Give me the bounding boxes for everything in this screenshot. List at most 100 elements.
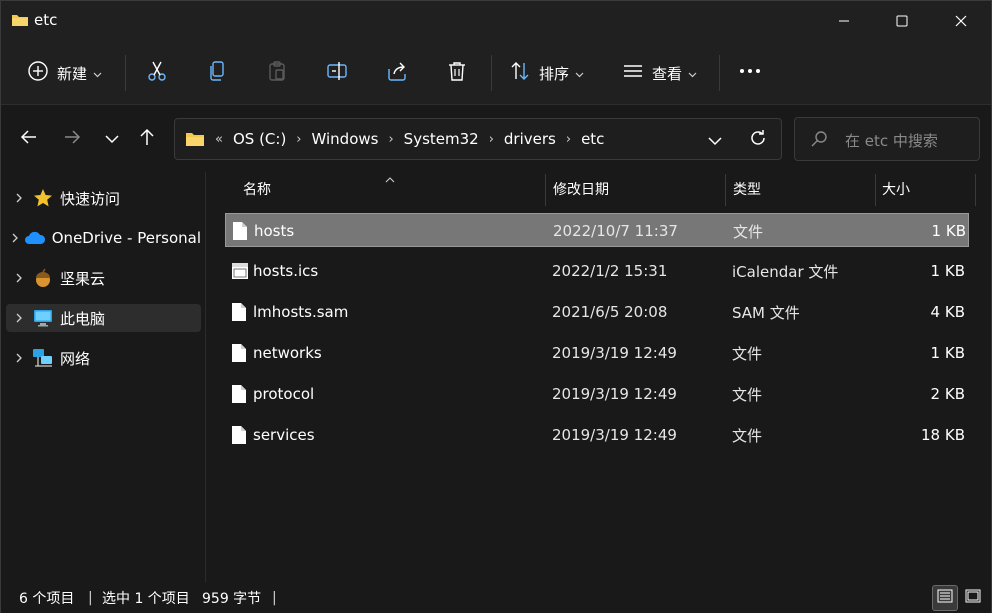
status-divider: | [272, 589, 277, 606]
sidebar-item-network[interactable]: 网络 [6, 344, 201, 372]
copy-button[interactable] [206, 55, 228, 91]
chevron-down-icon [93, 64, 102, 82]
recent-locations-button[interactable] [97, 124, 127, 154]
trash-icon [446, 60, 468, 86]
view-icon [622, 60, 644, 86]
folder-icon [11, 12, 29, 32]
chevron-right-icon[interactable] [8, 313, 30, 323]
breadcrumb-item-windows[interactable]: Windows [312, 130, 379, 148]
more-icon [739, 60, 761, 86]
column-divider[interactable] [545, 174, 546, 206]
share-icon [386, 60, 408, 86]
chevron-right-icon[interactable] [8, 353, 30, 363]
column-header-type[interactable]: 类型 [733, 172, 873, 206]
file-size: 2 KB [930, 385, 965, 403]
paste-button[interactable] [266, 55, 288, 91]
chevron-right-icon[interactable] [8, 233, 22, 243]
share-button[interactable] [386, 55, 408, 91]
file-size: 4 KB [930, 303, 965, 321]
back-button[interactable] [14, 124, 44, 154]
file-row-networks[interactable]: networks 2019/3/19 12:49 文件 1 KB [225, 336, 969, 370]
breadcrumb-item-system32[interactable]: System32 [404, 130, 479, 148]
file-icon [231, 418, 247, 452]
sort-button[interactable]: 排序 [509, 55, 584, 91]
cloud-icon [24, 230, 46, 246]
breadcrumb-item-etc[interactable]: etc [581, 130, 604, 148]
file-name: protocol [253, 385, 315, 403]
close-button[interactable] [932, 1, 990, 41]
file-type: 文件 [732, 385, 763, 404]
file-icon [232, 214, 248, 248]
file-name: networks [253, 344, 322, 362]
file-type: 文件 [732, 426, 763, 445]
chevron-down-icon [688, 64, 697, 82]
column-header-modified[interactable]: 修改日期 [553, 172, 723, 206]
address-bar[interactable]: « OS (C:) › Windows › System32 › drivers… [174, 118, 782, 160]
file-icon [231, 377, 247, 411]
search-placeholder: 在 etc 中搜索 [845, 132, 938, 150]
sort-label: 排序 [539, 64, 570, 83]
address-row: « OS (C:) › Windows › System32 › drivers… [1, 106, 991, 172]
title-bar[interactable]: etc [1, 1, 991, 41]
details-view-icon [937, 589, 953, 607]
new-button[interactable]: 新建 [27, 55, 102, 91]
details-view-button[interactable] [932, 585, 958, 611]
sidebar-item-nutstore[interactable]: 坚果云 [6, 264, 201, 292]
refresh-icon[interactable] [749, 129, 767, 151]
sidebar-item-onedrive[interactable]: OneDrive - Personal [6, 224, 201, 252]
tiles-view-button[interactable] [960, 585, 986, 611]
column-header-name[interactable]: 名称 [243, 172, 543, 206]
search-input[interactable]: 在 etc 中搜索 [794, 117, 980, 161]
rename-button[interactable] [326, 55, 348, 91]
breadcrumb-item-drivers[interactable]: drivers [504, 130, 556, 148]
breadcrumb-separator[interactable]: › [489, 132, 494, 147]
command-bar: 新建 排序 查看 [1, 41, 991, 105]
column-divider[interactable] [875, 174, 876, 206]
view-button[interactable]: 查看 [622, 55, 697, 91]
file-row-hosts[interactable]: hosts 2022/10/7 11:37 文件 1 KB [225, 213, 969, 247]
column-header-row: 名称 修改日期 类型 大小 [225, 172, 977, 206]
window-title: etc [34, 11, 58, 29]
breadcrumb-overflow[interactable]: « [215, 132, 223, 147]
chevron-right-icon[interactable] [8, 193, 30, 203]
navigation-pane: 快速访问 OneDrive - Personal 坚果云 此电脑 网络 [1, 172, 205, 582]
file-name: services [253, 426, 315, 444]
pane-splitter[interactable] [205, 172, 206, 582]
file-row-services[interactable]: services 2019/3/19 12:49 文件 18 KB [225, 418, 969, 452]
maximize-button[interactable] [873, 1, 931, 41]
breadcrumb-separator[interactable]: › [296, 132, 301, 147]
status-bar: 6 个项目 | 选中 1 个项目 959 字节 | [1, 582, 991, 613]
file-row-lmhosts-sam[interactable]: lmhosts.sam 2021/6/5 20:08 SAM 文件 4 KB [225, 295, 969, 329]
file-row-hosts-ics[interactable]: hosts.ics 2022/1/2 15:31 iCalendar 文件 1 … [225, 254, 969, 288]
file-icon [231, 295, 247, 329]
item-count: 6 个项目 [19, 590, 75, 607]
chevron-down-icon[interactable] [708, 132, 722, 150]
breadcrumb: « OS (C:) › Windows › System32 › drivers… [215, 119, 604, 159]
breadcrumb-separator[interactable]: › [566, 132, 571, 147]
column-divider[interactable] [725, 174, 726, 206]
chevron-right-icon[interactable] [8, 273, 30, 283]
toolbar-divider [125, 55, 126, 91]
column-divider[interactable] [975, 174, 976, 206]
breadcrumb-separator[interactable]: › [388, 132, 393, 147]
network-icon [32, 348, 54, 368]
file-type: 文件 [732, 344, 763, 363]
delete-button[interactable] [446, 55, 468, 91]
calendar-file-icon [231, 254, 249, 288]
more-button[interactable] [739, 55, 761, 91]
up-button[interactable] [132, 124, 162, 154]
breadcrumb-item-os-c[interactable]: OS (C:) [233, 130, 286, 148]
column-header-size[interactable]: 大小 [882, 172, 972, 206]
new-label: 新建 [57, 64, 88, 83]
minimize-button[interactable] [815, 1, 873, 41]
sort-icon [509, 60, 531, 86]
file-row-protocol[interactable]: protocol 2019/3/19 12:49 文件 2 KB [225, 377, 969, 411]
file-type: iCalendar 文件 [732, 262, 839, 281]
file-modified: 2022/10/7 11:37 [553, 222, 678, 240]
sidebar-item-this-pc[interactable]: 此电脑 [6, 304, 201, 332]
cut-button[interactable] [146, 55, 168, 91]
copy-icon [206, 60, 228, 86]
sidebar-item-quick-access[interactable]: 快速访问 [6, 184, 201, 212]
toolbar-divider [491, 55, 492, 91]
forward-button[interactable] [57, 124, 87, 154]
